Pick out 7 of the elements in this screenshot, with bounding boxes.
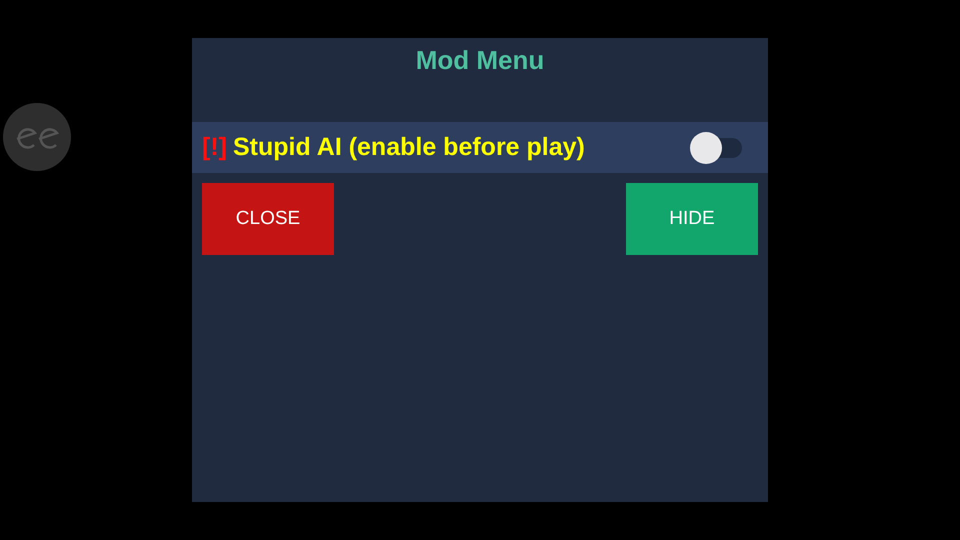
warning-mark: [!] xyxy=(202,133,227,162)
close-button[interactable]: CLOSE xyxy=(202,183,334,255)
option-label: Stupid AI (enable before play) xyxy=(232,133,585,162)
menu-title: Mod Menu xyxy=(414,44,546,77)
logo-icon[interactable] xyxy=(3,103,71,171)
hide-button[interactable]: HIDE xyxy=(626,183,758,255)
toggle-switch[interactable] xyxy=(690,132,742,164)
